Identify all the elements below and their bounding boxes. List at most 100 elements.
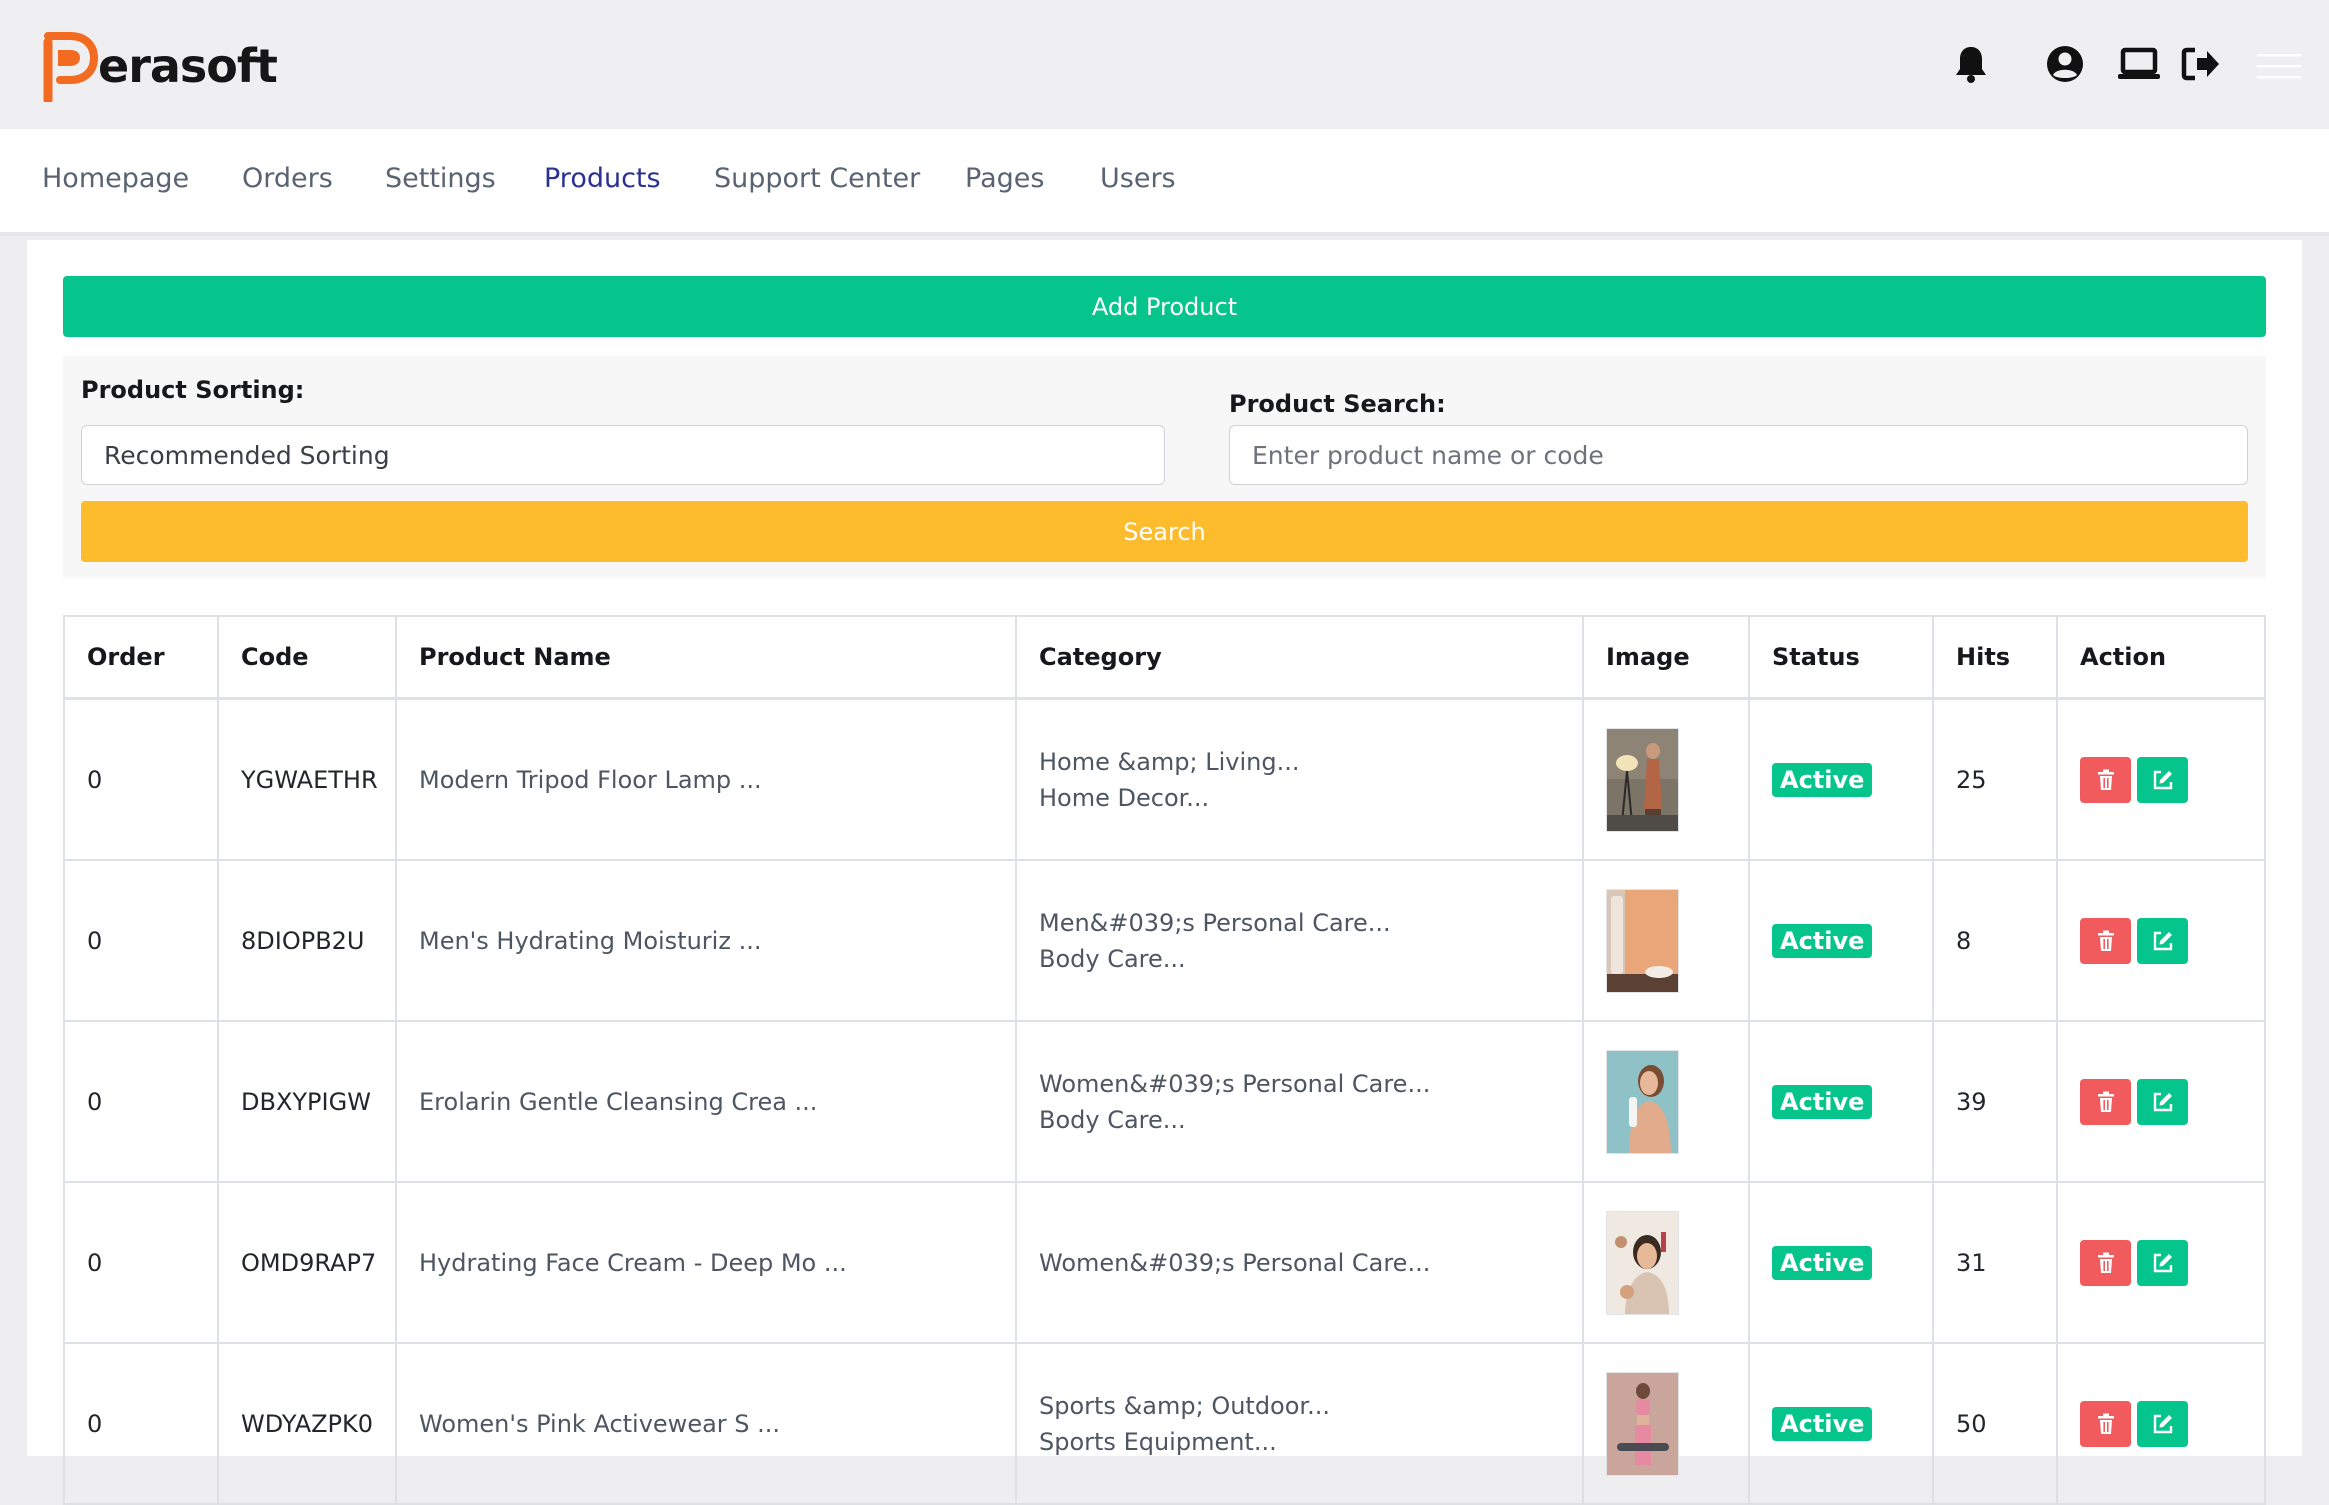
brand-logo[interactable]: erasoft [40, 30, 278, 105]
product-thumbnail[interactable] [1606, 1210, 1679, 1315]
cell-product-name[interactable]: Women's Pink Activewear S ... [397, 1344, 1017, 1503]
edit-button[interactable] [2137, 917, 2188, 964]
cell-status: Active [1750, 1022, 1934, 1181]
cell-code: DBXYPIGW [219, 1022, 397, 1181]
cell-order: 0 [65, 861, 219, 1020]
cell-code: 8DIOPB2U [219, 861, 397, 1020]
cell-product-name[interactable]: Modern Tripod Floor Lamp ... [397, 700, 1017, 859]
cell-status: Active [1750, 861, 1934, 1020]
laptop-icon[interactable] [2115, 40, 2163, 88]
cell-hits: 8 [1934, 861, 2058, 1020]
edit-button[interactable] [2137, 756, 2188, 803]
user-circle-icon[interactable] [2041, 40, 2089, 88]
category-primary: Home &amp; Living... [1039, 747, 1300, 776]
cell-action [2058, 700, 2264, 859]
category-primary: Women&#039;s Personal Care... [1039, 1069, 1431, 1098]
cell-status: Active [1750, 1344, 1934, 1503]
product-thumbnail[interactable] [1606, 1049, 1679, 1154]
cell-action [2058, 1183, 2264, 1342]
cell-category: Women&#039;s Personal Care... Body Care..… [1017, 1022, 1584, 1181]
header-category[interactable]: Category [1017, 617, 1584, 697]
delete-button[interactable] [2080, 756, 2131, 803]
header-hits[interactable]: Hits [1934, 617, 2058, 697]
cell-hits: 39 [1934, 1022, 2058, 1181]
delete-button[interactable] [2080, 917, 2131, 964]
cell-category: Women&#039;s Personal Care... [1017, 1183, 1584, 1342]
nav-item-users[interactable]: Users [1100, 163, 1176, 194]
delete-button[interactable] [2080, 1078, 2131, 1125]
product-thumbnail[interactable] [1606, 888, 1679, 993]
logout-icon[interactable] [2177, 40, 2225, 88]
products-panel: Add Product Product Sorting: Recommended… [27, 240, 2302, 1505]
status-badge: Active [1772, 923, 1873, 958]
cell-code: OMD9RAP7 [219, 1183, 397, 1342]
cell-hits: 31 [1934, 1183, 2058, 1342]
logo-text: erasoft [98, 39, 278, 93]
cell-category: Home &amp; Living... Home Decor... [1017, 700, 1584, 859]
cell-action [2058, 1344, 2264, 1503]
category-secondary: Body Care... [1039, 944, 1186, 973]
category-secondary: Sports Equipment... [1039, 1427, 1277, 1456]
cell-order: 0 [65, 1022, 219, 1181]
sorting-select[interactable]: Recommended Sorting [81, 425, 1165, 485]
cell-product-name[interactable]: Men's Hydrating Moisturiz ... [397, 861, 1017, 1020]
product-thumbnail[interactable] [1606, 727, 1679, 832]
filter-box: Product Sorting: Recommended Sorting Pro… [63, 356, 2266, 578]
cell-status: Active [1750, 1183, 1934, 1342]
edit-icon [2153, 931, 2172, 950]
nav-item-support-center[interactable]: Support Center [714, 163, 920, 194]
cell-status: Active [1750, 700, 1934, 859]
search-button[interactable]: Search [81, 501, 2248, 562]
cell-order: 0 [65, 1183, 219, 1342]
nav-item-pages[interactable]: Pages [965, 163, 1044, 194]
category-primary: Women&#039;s Personal Care... [1039, 1248, 1431, 1277]
trash-icon [2097, 769, 2114, 790]
add-product-button[interactable]: Add Product [63, 276, 2266, 337]
edit-icon [2153, 1092, 2172, 1111]
bell-icon[interactable] [1334, 40, 1382, 88]
cell-hits: 50 [1934, 1344, 2058, 1503]
category-secondary: Home Decor... [1039, 783, 1210, 812]
edit-button[interactable] [2137, 1239, 2188, 1286]
nav-item-settings[interactable]: Settings [385, 163, 496, 194]
hamburger-menu-icon[interactable] [2255, 42, 2303, 90]
cell-product-name[interactable]: Erolarin Gentle Cleansing Crea ... [397, 1022, 1017, 1181]
bell-icon[interactable] [1947, 40, 1995, 88]
product-thumbnail[interactable] [1606, 1371, 1679, 1476]
header-status[interactable]: Status [1750, 617, 1934, 697]
main-nav: Homepage Orders Settings Products Suppor… [0, 129, 2329, 236]
header-code[interactable]: Code [219, 617, 397, 697]
nav-item-products[interactable]: Products [544, 163, 661, 194]
nav-item-homepage[interactable]: Homepage [42, 163, 189, 194]
category-primary: Men&#039;s Personal Care... [1039, 908, 1391, 937]
status-badge: Active [1772, 762, 1873, 797]
search-label: Product Search: [1229, 390, 1446, 418]
table-row: 0 DBXYPIGW Erolarin Gentle Cleansing Cre… [65, 1022, 2264, 1183]
cell-image [1584, 1344, 1750, 1503]
table-row: 0 8DIOPB2U Men's Hydrating Moisturiz ...… [65, 861, 2264, 1022]
delete-button[interactable] [2080, 1239, 2131, 1286]
header-product-name[interactable]: Product Name [397, 617, 1017, 697]
nav-item-orders[interactable]: Orders [242, 163, 333, 194]
product-search-input[interactable]: Enter product name or code [1229, 425, 2248, 485]
cell-hits: 25 [1934, 700, 2058, 859]
logo-mark-icon [40, 30, 100, 105]
sorting-label: Product Sorting: [81, 376, 305, 404]
edit-button[interactable] [2137, 1078, 2188, 1125]
cell-product-name[interactable]: Hydrating Face Cream - Deep Mo ... [397, 1183, 1017, 1342]
trash-icon [2097, 1252, 2114, 1273]
table-header-row: Order Code Product Name Category Image S… [65, 617, 2264, 700]
edit-button[interactable] [2137, 1400, 2188, 1447]
header-image: Image [1584, 617, 1750, 697]
status-badge: Active [1772, 1084, 1873, 1119]
edit-icon [2153, 1253, 2172, 1272]
cell-image [1584, 700, 1750, 859]
products-table: Order Code Product Name Category Image S… [63, 615, 2266, 1505]
top-header: erasoft [0, 0, 2329, 129]
delete-button[interactable] [2080, 1400, 2131, 1447]
category-primary: Sports &amp; Outdoor... [1039, 1391, 1330, 1420]
header-order[interactable]: Order [65, 617, 219, 697]
status-badge: Active [1772, 1406, 1873, 1441]
cell-order: 0 [65, 700, 219, 859]
trash-icon [2097, 930, 2114, 951]
